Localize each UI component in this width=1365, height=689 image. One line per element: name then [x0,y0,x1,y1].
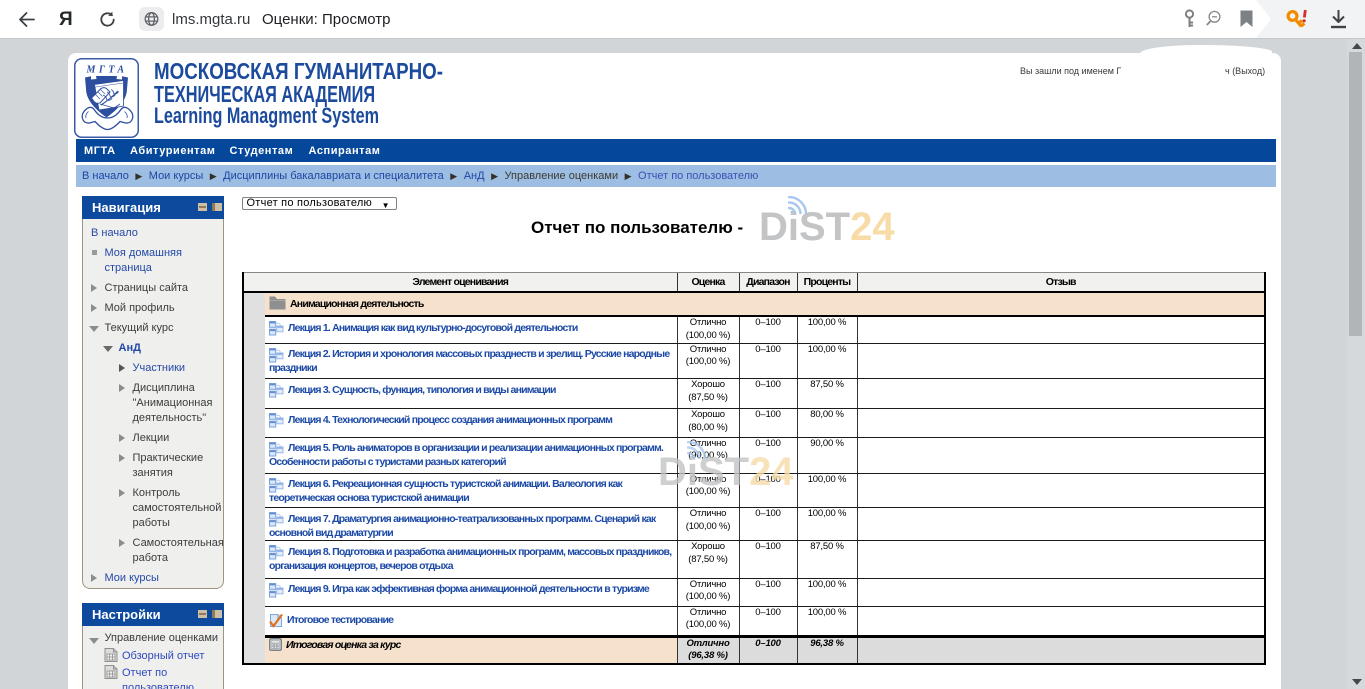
svg-text:МГТА: МГТА [85,65,127,76]
